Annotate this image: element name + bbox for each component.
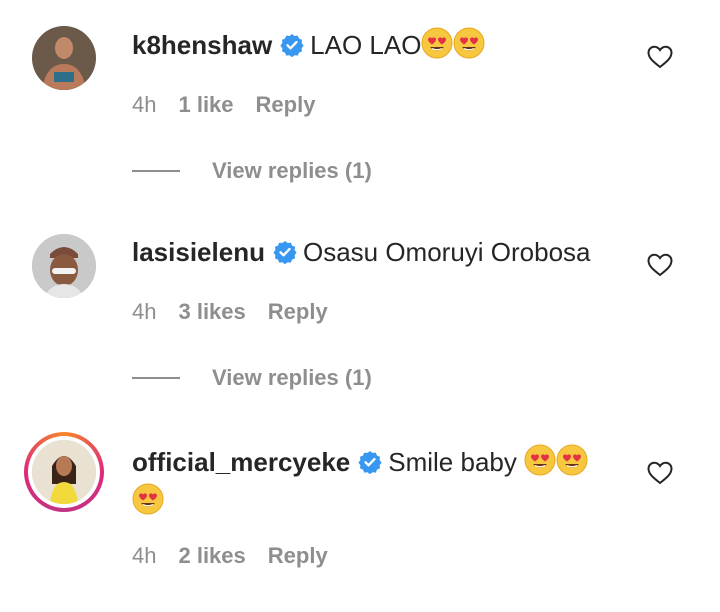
comment-body: Osasu Omoruyi Orobosa: [302, 237, 591, 267]
story-ring-gap: [28, 436, 100, 508]
view-replies-label: View replies (1): [212, 158, 372, 183]
divider-line: [132, 170, 180, 172]
comment-meta: 4h 2 likes Reply: [132, 542, 328, 570]
heart-eyes-emoji-icon: [453, 27, 485, 59]
avatar: [32, 440, 96, 504]
heart-eyes-emoji-icon: [556, 444, 588, 476]
like-heart-icon[interactable]: [647, 45, 673, 69]
heart-eyes-emoji-icon: [132, 483, 164, 515]
reply-button[interactable]: Reply: [268, 298, 328, 326]
timestamp: 4h: [132, 543, 157, 568]
divider-line: [132, 377, 180, 379]
heart-eyes-emoji-icon: [524, 444, 556, 476]
timestamp: 4h: [132, 299, 157, 324]
comment-meta: 4h 1 like Reply: [132, 91, 315, 119]
like-heart-icon[interactable]: [647, 253, 673, 277]
avatar-image: [32, 234, 96, 298]
username[interactable]: official_mercyeke: [132, 447, 350, 477]
reply-button[interactable]: Reply: [268, 542, 328, 570]
username[interactable]: lasisielenu: [132, 237, 265, 267]
username[interactable]: k8henshaw: [132, 30, 272, 60]
likes-count[interactable]: 3 likes: [178, 298, 245, 326]
comment-text: lasisielenu Osasu Omoruyi Orobosa: [132, 235, 620, 269]
view-replies-button[interactable]: View replies (1): [132, 158, 372, 184]
like-heart-icon[interactable]: [647, 461, 673, 485]
verified-badge-icon: [273, 240, 297, 264]
likes-count[interactable]: 1 like: [178, 91, 233, 119]
avatar[interactable]: [32, 26, 96, 90]
avatar-image: [32, 26, 96, 90]
view-replies-label: View replies (1): [212, 365, 372, 390]
comment-meta: 4h 3 likes Reply: [132, 298, 328, 326]
verified-badge-icon: [358, 450, 382, 474]
verified-badge-icon: [280, 33, 304, 57]
heart-eyes-emoji-icon: [421, 27, 453, 59]
comment-text: k8henshaw LAO LAO: [132, 27, 620, 62]
comment-body: LAO LAO: [310, 30, 422, 60]
likes-count[interactable]: 2 likes: [178, 542, 245, 570]
comment-text: official_mercyeke Smile baby: [132, 444, 620, 518]
avatar[interactable]: [32, 234, 96, 298]
view-replies-button[interactable]: View replies (1): [132, 365, 372, 391]
reply-button[interactable]: Reply: [256, 91, 316, 119]
timestamp: 4h: [132, 92, 157, 117]
story-ring[interactable]: [24, 432, 104, 512]
avatar-image: [32, 440, 96, 504]
comment-body: Smile baby: [388, 447, 525, 477]
